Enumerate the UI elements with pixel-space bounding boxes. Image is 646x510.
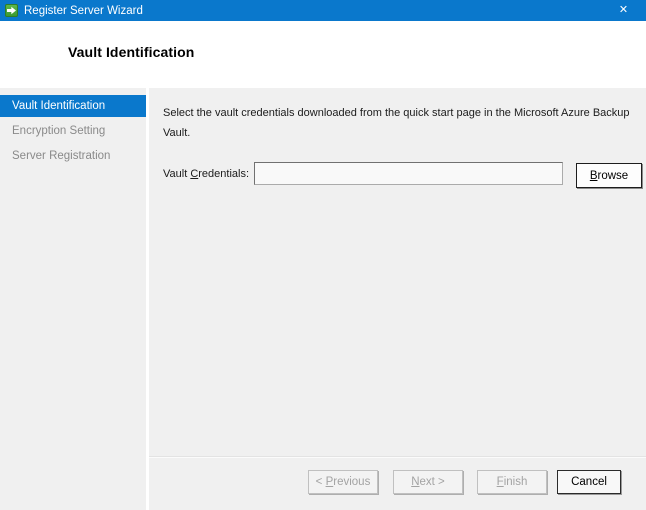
sidebar-item-server-registration[interactable]: Server Registration xyxy=(0,145,146,167)
vault-credentials-input[interactable] xyxy=(254,162,563,185)
page-title: Vault Identification xyxy=(68,44,195,60)
finish-button[interactable]: Finish xyxy=(477,470,547,494)
wizard-body: Vault Identification Encryption Setting … xyxy=(0,88,646,510)
browse-button[interactable]: Browse xyxy=(576,163,642,188)
sidebar-item-encryption-setting[interactable]: Encryption Setting xyxy=(0,120,146,142)
close-icon: ✕ xyxy=(618,4,629,16)
previous-button[interactable]: < Previous xyxy=(308,470,378,494)
register-server-wizard-window: Register Server Wizard ✕ Vault Identific… xyxy=(0,0,646,510)
app-arrow-icon xyxy=(5,4,18,17)
close-button[interactable]: ✕ xyxy=(601,0,646,21)
wizard-content: Select the vault credentials downloaded … xyxy=(149,88,646,510)
window-title: Register Server Wizard xyxy=(24,4,143,17)
next-button[interactable]: Next > xyxy=(393,470,463,494)
titlebar: Register Server Wizard ✕ xyxy=(0,0,646,21)
cancel-button[interactable]: Cancel xyxy=(557,470,621,494)
wizard-header: Vault Identification xyxy=(0,21,646,88)
footer-separator xyxy=(149,456,646,458)
wizard-steps-sidebar: Vault Identification Encryption Setting … xyxy=(0,88,146,510)
vault-credentials-label: Vault Credentials: xyxy=(163,168,250,180)
instruction-text: Select the vault credentials downloaded … xyxy=(163,107,630,139)
sidebar-item-vault-identification[interactable]: Vault Identification xyxy=(0,95,146,117)
